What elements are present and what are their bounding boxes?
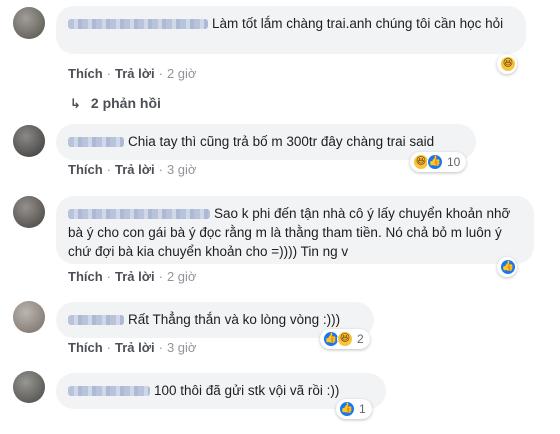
reply-link[interactable]: Trả lời [115, 162, 155, 177]
timestamp[interactable]: 3 giờ [167, 162, 197, 177]
reply-arrow-icon: ↳ [70, 96, 81, 111]
haha-reaction-icon: 😆 [500, 56, 516, 72]
like-reaction-icon: 👍 [427, 154, 443, 170]
comment-actions: Thích · Trả lời · 2 giờ [68, 269, 197, 284]
timestamp[interactable]: 2 giờ [167, 66, 197, 81]
like-link[interactable]: Thích [68, 269, 103, 284]
reply-link[interactable]: Trả lời [115, 269, 155, 284]
comment-text: 100 thôi đã gửi stk vội vã rồi :)) [154, 383, 340, 398]
comment-text: Chia tay thì cũng trả bố m 300tr đây chà… [128, 134, 435, 149]
comment-bubble: Làm tốt lắm chàng trai.anh chúng tôi cần… [56, 6, 526, 54]
reaction-summary[interactable]: 👍 [497, 257, 517, 277]
comment-text: Rất Thẳng thắn và ko lòng vòng :))) [128, 312, 341, 327]
like-reaction-icon: 👍 [500, 259, 516, 275]
author-name-blurred[interactable] [68, 315, 124, 326]
reaction-summary[interactable]: 👍 😆 2 [320, 329, 370, 349]
like-link[interactable]: Thích [68, 340, 103, 355]
comment-actions: Thích · Trả lời · 3 giờ [68, 162, 197, 177]
timestamp[interactable]: 3 giờ [167, 340, 197, 355]
comment-text: Làm tốt lắm chàng trai.anh chúng tôi cần… [212, 16, 504, 31]
comment-bubble: Sao k phi đến tận nhà cô ý lấy chuyển kh… [56, 196, 534, 264]
view-replies-link[interactable]: ↳ 2 phản hồi [70, 95, 161, 112]
author-name-blurred[interactable] [68, 19, 208, 30]
reaction-summary[interactable]: 😆 [497, 54, 517, 74]
author-name-blurred[interactable] [68, 209, 210, 220]
comment-actions: Thích · Trả lời · 2 giờ [68, 66, 197, 81]
reaction-count: 2 [357, 332, 364, 346]
avatar[interactable] [13, 7, 45, 39]
author-name-blurred[interactable] [68, 386, 150, 397]
timestamp[interactable]: 2 giờ [167, 269, 197, 284]
reply-link[interactable]: Trả lời [115, 340, 155, 355]
like-link[interactable]: Thích [68, 162, 103, 177]
reaction-summary[interactable]: 😆 👍 10 [410, 152, 467, 172]
like-reaction-icon: 👍 [339, 401, 355, 417]
reply-link[interactable]: Trả lời [115, 66, 155, 81]
comment-actions: Thích · Trả lời · 3 giờ [68, 340, 197, 355]
author-name-blurred[interactable] [68, 137, 124, 148]
avatar[interactable] [13, 371, 45, 403]
like-link[interactable]: Thích [68, 66, 103, 81]
reaction-count: 1 [359, 402, 366, 416]
avatar[interactable] [13, 301, 45, 333]
avatar[interactable] [13, 125, 45, 157]
avatar[interactable] [13, 196, 45, 228]
reaction-summary[interactable]: 👍 1 [336, 399, 372, 419]
haha-reaction-icon: 😆 [337, 331, 353, 347]
reaction-count: 10 [447, 155, 461, 169]
